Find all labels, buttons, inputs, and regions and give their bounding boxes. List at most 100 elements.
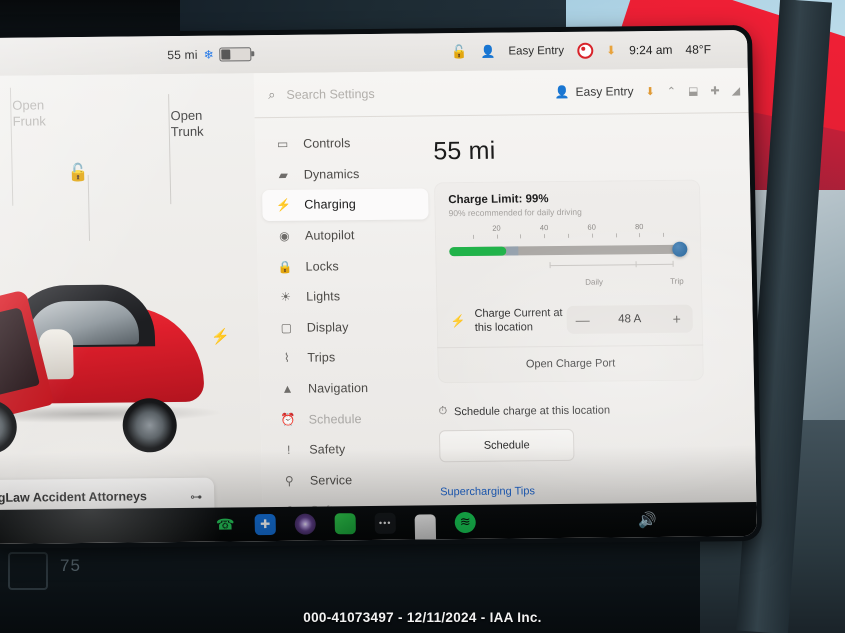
charge-current-row: ⚡ Charge Current at this location — 48 A… bbox=[436, 295, 703, 346]
search-input-placeholder[interactable]: Search Settings bbox=[286, 87, 375, 102]
sidebar-item-safety[interactable]: ! Safety bbox=[267, 433, 434, 465]
snowflake-icon: ❄ bbox=[203, 47, 214, 62]
minor-tick bbox=[520, 234, 522, 239]
schedule-charge-row: ⏱ Schedule charge at this location bbox=[438, 402, 730, 418]
decrease-current-button[interactable]: — bbox=[576, 312, 590, 328]
daily-trip-tick bbox=[672, 260, 674, 267]
daily-trip-bar bbox=[549, 260, 688, 278]
supercharging-tips-link[interactable]: Supercharging Tips bbox=[440, 483, 732, 498]
sidebar-item-schedule[interactable]: ⏰ Schedule bbox=[266, 403, 433, 435]
dashboard-speed-reflection: 75 bbox=[60, 556, 81, 575]
profile-chip[interactable]: 👤 Easy Entry bbox=[554, 84, 633, 99]
charge-current-stepper[interactable]: — 48 A + bbox=[566, 304, 693, 335]
energy-icon[interactable] bbox=[334, 512, 356, 534]
display-icon: ▢ bbox=[280, 320, 293, 335]
battery-icon bbox=[219, 47, 252, 62]
sidebar-item-navigation[interactable]: ▲ Navigation bbox=[266, 372, 433, 404]
minor-tick bbox=[591, 233, 593, 238]
settings-search-bar[interactable]: ⌕ Search Settings 👤 Easy Entry ⬇ ⌃ ⬓ ✚ ◢ bbox=[253, 68, 749, 119]
charge-limit-label: Charge Limit: 99% bbox=[448, 193, 549, 207]
clock-time: 9:24 am bbox=[628, 42, 673, 58]
sidebar-item-label: Lights bbox=[306, 289, 341, 304]
clock-icon: ⏰ bbox=[280, 412, 296, 427]
increase-current-button[interactable]: + bbox=[670, 311, 684, 327]
vehicle-visualization-pane[interactable]: Open Frunk Open Trunk 🔓 ⚡ ogLaw Accident… bbox=[0, 73, 264, 544]
bluetooth-icon[interactable]: ✚ bbox=[254, 513, 276, 535]
minor-tick bbox=[639, 233, 641, 238]
minor-tick bbox=[496, 234, 498, 239]
person-icon: 👤 bbox=[554, 84, 570, 100]
charging-bolt-icon: ⬇ bbox=[645, 85, 655, 98]
sidebar-item-controls[interactable]: ▭ Controls bbox=[261, 127, 428, 159]
dash-vent bbox=[8, 552, 48, 590]
tick-label-20: 20 bbox=[492, 223, 501, 233]
charge-current-value: 48 A bbox=[618, 313, 642, 326]
car-icon: ▰ bbox=[278, 167, 288, 182]
more-apps-icon[interactable]: ••• bbox=[374, 512, 396, 534]
phone-icon[interactable]: ☎ bbox=[215, 514, 236, 535]
sidebar-item-charging[interactable]: ⚡ Charging bbox=[262, 188, 429, 221]
sidebar-item-service[interactable]: ⚲ Service bbox=[268, 464, 435, 496]
clock-icon: ⏱ bbox=[438, 405, 448, 418]
sidebar-item-label: Safety bbox=[309, 442, 346, 457]
wifi-signal-icon[interactable]: ◢ bbox=[732, 84, 741, 97]
dashcam-icon[interactable] bbox=[294, 513, 316, 535]
slider-handle[interactable] bbox=[671, 241, 688, 257]
sidebar-item-autopilot[interactable]: ◉ Autopilot bbox=[263, 219, 430, 251]
sidebar-item-lights[interactable]: ☀ Lights bbox=[264, 280, 431, 312]
volume-icon[interactable]: 🔊 bbox=[638, 511, 657, 529]
sidebar-item-label: Navigation bbox=[307, 381, 369, 396]
wrench-icon: ⚲ bbox=[284, 473, 294, 488]
minor-tick bbox=[615, 233, 617, 238]
alert-icon: ! bbox=[286, 443, 291, 458]
charge-plug-icon: ⚡ bbox=[450, 314, 466, 329]
chevron-up-icon[interactable]: ⌃ bbox=[667, 84, 676, 97]
charge-current-line1: Charge Current at bbox=[474, 306, 563, 320]
tesla-center-touchscreen[interactable]: 55 mi ❄ 🔓 👤 Easy Entry ⬇ 9:24 am 48°F Op… bbox=[0, 30, 758, 544]
trips-icon: ⌇ bbox=[283, 351, 290, 366]
minor-tick bbox=[663, 232, 665, 237]
minor-tick bbox=[472, 234, 474, 239]
charging-detail-pane: 55 mi Charge Limit: 99% 90% recommended … bbox=[433, 112, 758, 539]
profile-name-label: Easy Entry bbox=[575, 84, 634, 99]
sidebar-item-label: Autopilot bbox=[304, 228, 355, 243]
status-bar-right: 🔓 👤 Easy Entry ⬇ 9:24 am 48°F bbox=[439, 41, 747, 60]
status-bar-left: 55 mi ❄ bbox=[0, 45, 439, 64]
daily-trip-tick bbox=[635, 261, 637, 268]
unlocked-padlock-icon[interactable]: 🔓 bbox=[67, 163, 89, 183]
sidebar-item-dynamics[interactable]: ▰ Dynamics bbox=[261, 158, 428, 190]
open-trunk-label[interactable]: Open Trunk bbox=[170, 108, 203, 140]
open-trunk-line1: Open bbox=[170, 107, 203, 124]
schedule-button[interactable]: Schedule bbox=[438, 429, 575, 463]
daily-trip-line bbox=[549, 263, 674, 267]
charge-limit-header: Charge Limit: 99% 90% recommended for da… bbox=[434, 192, 702, 294]
bolt-icon: ⚡ bbox=[276, 198, 292, 213]
daily-trip-labels: Daily Trip bbox=[550, 277, 688, 292]
search-icon: ⌕ bbox=[267, 86, 276, 103]
dashcam-record-icon[interactable] bbox=[576, 42, 594, 59]
taskbar-apps: ☎ ✚ ••• ≋ bbox=[0, 497, 476, 544]
charge-limit-slider[interactable] bbox=[449, 241, 688, 257]
open-charge-port-button[interactable]: Open Charge Port bbox=[437, 346, 704, 384]
range-heading: 55 mi bbox=[433, 136, 496, 166]
range-indicator: 55 mi bbox=[167, 47, 198, 63]
spotify-icon[interactable]: ≋ bbox=[454, 511, 476, 533]
trip-label: Trip bbox=[670, 276, 684, 286]
open-frunk-line2: Frunk bbox=[12, 113, 46, 129]
bluetooth-icon[interactable]: ✚ bbox=[710, 84, 719, 97]
daily-label: Daily bbox=[585, 277, 604, 287]
vehicle-rear-wheel bbox=[122, 398, 178, 453]
sidebar-item-label: Display bbox=[306, 320, 349, 335]
profile-name[interactable]: Easy Entry bbox=[508, 45, 564, 58]
charge-limit-card: Charge Limit: 99% 90% recommended for da… bbox=[433, 179, 704, 384]
charge-current-label-group: ⚡ Charge Current at this location bbox=[450, 306, 563, 335]
sidebar-item-locks[interactable]: 🔒 Locks bbox=[263, 250, 430, 282]
settings-panel: ⌕ Search Settings 👤 Easy Entry ⬇ ⌃ ⬓ ✚ ◢ bbox=[253, 68, 758, 542]
sidebar-item-trips[interactable]: ⌇ Trips bbox=[265, 342, 432, 374]
unlocked-padlock-icon[interactable]: 🔓 bbox=[451, 44, 468, 60]
person-icon: 👤 bbox=[480, 44, 496, 59]
seat-icon[interactable]: ⬓ bbox=[688, 84, 699, 97]
sidebar-item-display[interactable]: ▢ Display bbox=[264, 311, 431, 343]
auction-watermark: 000-41073497 - 12/11/2024 - IAA Inc. bbox=[303, 610, 542, 625]
open-frunk-label[interactable]: Open Frunk bbox=[12, 97, 46, 129]
